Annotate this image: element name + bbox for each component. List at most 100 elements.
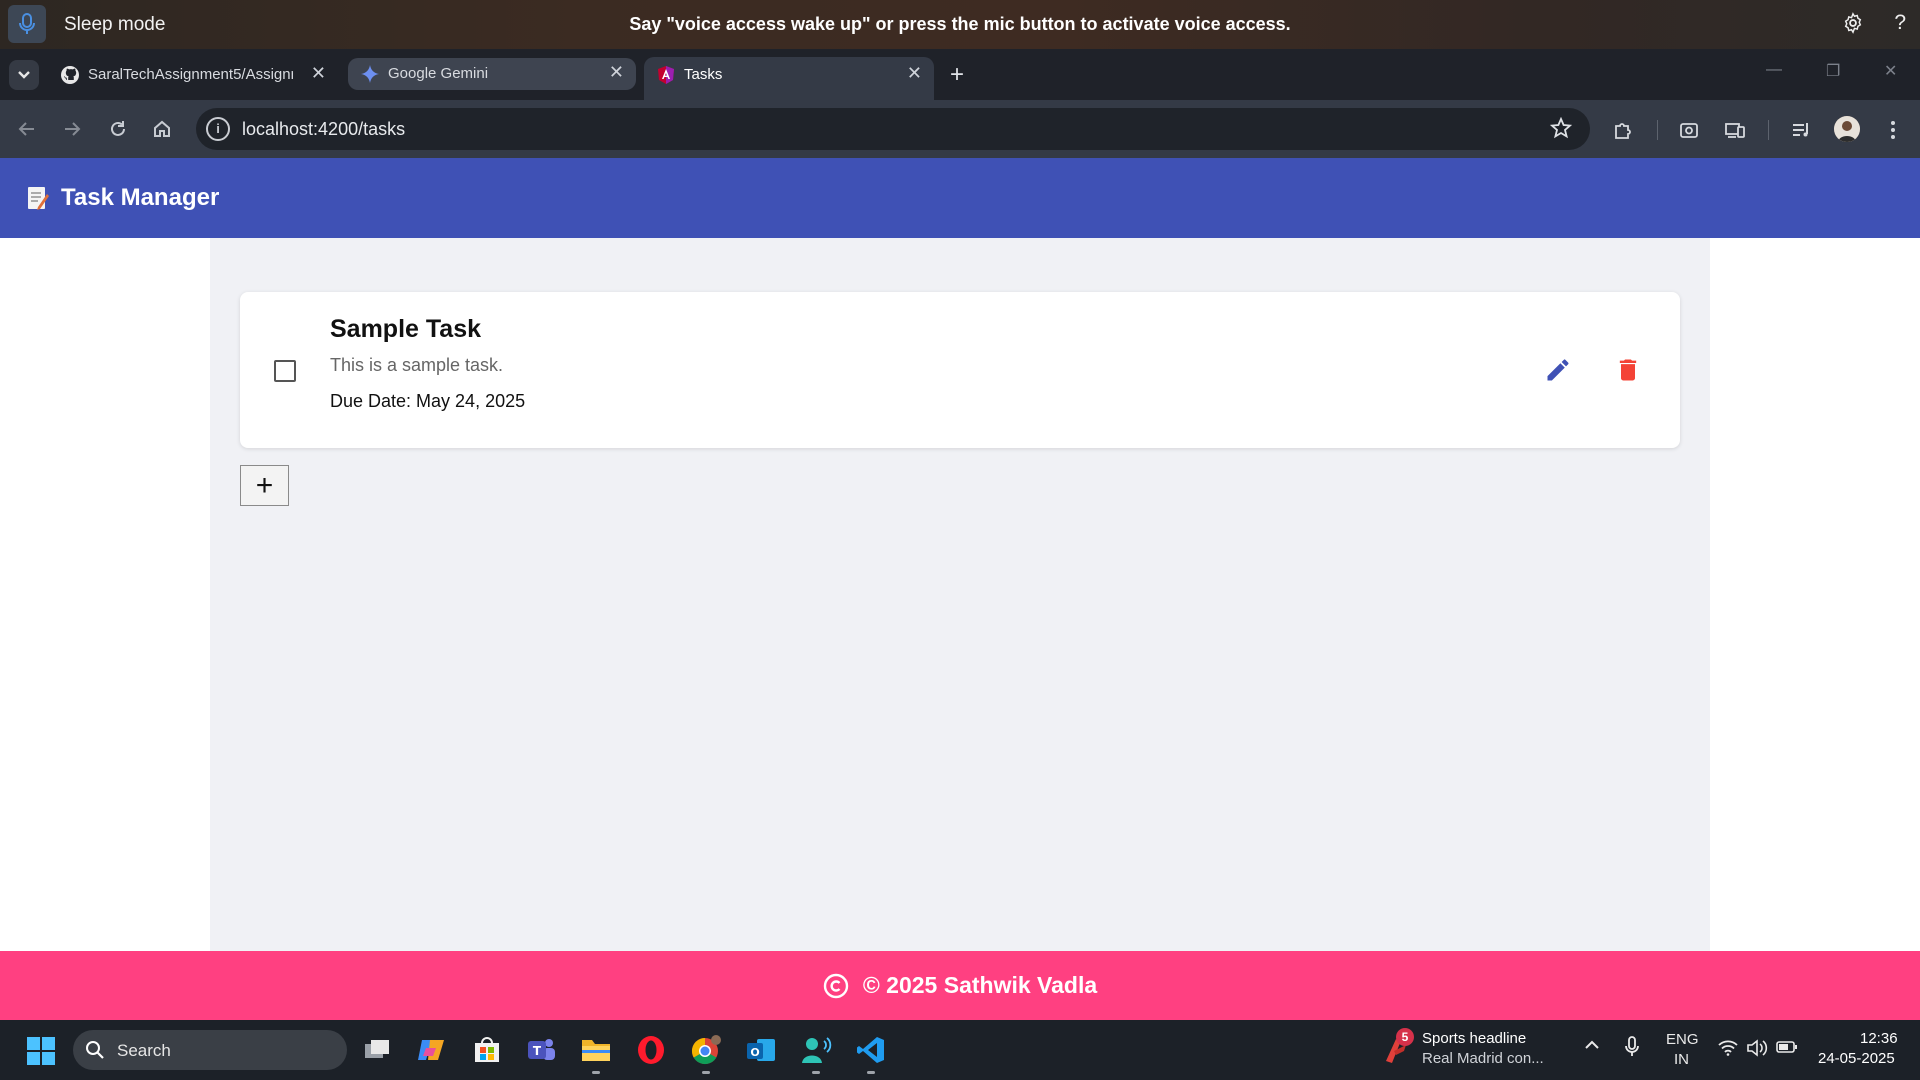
task-view-icon[interactable] — [360, 1033, 394, 1067]
taskbar-search[interactable]: Search — [73, 1030, 347, 1070]
trash-icon — [1619, 359, 1637, 381]
cast-button[interactable] — [1722, 117, 1748, 143]
chrome-icon[interactable] — [689, 1033, 723, 1067]
app-title: Task Manager — [61, 184, 220, 211]
new-tab-button[interactable]: + — [950, 61, 964, 89]
reload-button[interactable] — [106, 117, 130, 141]
news-badge: 5 — [1396, 1028, 1414, 1046]
arrow-right-icon — [65, 122, 81, 136]
copyright-icon — [823, 973, 849, 998]
url-text[interactable]: localhost:4200/tasks — [242, 119, 405, 140]
teams-icon[interactable]: T — [524, 1033, 558, 1067]
voice-access-bar: Sleep mode Say "voice access wake up" or… — [0, 0, 1920, 49]
add-task-button[interactable]: + — [240, 465, 289, 506]
back-button[interactable] — [15, 117, 39, 141]
edit-task-button[interactable] — [1544, 356, 1572, 384]
extensions-button[interactable] — [1610, 117, 1636, 143]
voice-access-message: Say "voice access wake up" or press the … — [629, 14, 1291, 34]
app-footer: © 2025 Sathwik Vadla — [0, 951, 1920, 1020]
task-title: Sample Task — [330, 315, 482, 343]
tab-tasks[interactable]: Tasks ✕ — [644, 57, 934, 100]
home-button[interactable] — [150, 117, 174, 141]
close-icon[interactable]: ✕ — [609, 62, 624, 83]
clock-time[interactable]: 12:36 — [1860, 1030, 1898, 1047]
voice-help-button[interactable]: ? — [1894, 11, 1906, 35]
voice-settings-button[interactable] — [1842, 12, 1864, 39]
media-control-button[interactable] — [1788, 117, 1814, 143]
tab-github[interactable]: SaralTechAssignment5/Assignm ✕ — [48, 57, 338, 92]
footer-copyright: © 2025 Sathwik Vadla — [862, 972, 1098, 998]
address-bar[interactable]: i localhost:4200/tasks — [196, 108, 1590, 150]
tray-microphone-icon[interactable] — [1624, 1036, 1640, 1062]
bookmark-star-icon[interactable] — [1549, 116, 1573, 144]
news-subtitle[interactable]: Real Madrid con... — [1422, 1050, 1544, 1067]
volume-icon[interactable] — [1746, 1039, 1768, 1061]
language-line1[interactable]: ENG — [1666, 1031, 1699, 1048]
task-description: This is a sample task. — [330, 355, 504, 375]
outlook-icon[interactable]: O — [744, 1033, 778, 1067]
task-complete-checkbox[interactable] — [274, 360, 296, 382]
close-window-button[interactable]: ✕ — [1884, 61, 1897, 81]
toolbar-divider — [1657, 120, 1658, 140]
devices-icon — [1725, 123, 1745, 138]
pencil-icon — [1547, 359, 1569, 381]
windows-taskbar: Search T O 5 Sports headline Real Madrid… — [0, 1020, 1920, 1080]
running-indicator — [592, 1071, 600, 1074]
voice-access-app-icon[interactable] — [799, 1033, 833, 1067]
memo-icon — [28, 187, 49, 210]
close-icon[interactable]: ✕ — [907, 63, 922, 84]
screenshot-button[interactable] — [1676, 117, 1702, 143]
site-info-icon[interactable]: i — [206, 117, 230, 141]
gear-icon — [1844, 12, 1862, 34]
tab-title: SaralTechAssignment5/Assignm — [88, 66, 293, 83]
tab-title: Tasks — [684, 66, 723, 83]
reload-icon — [111, 121, 125, 136]
clock-date[interactable]: 24-05-2025 — [1818, 1050, 1895, 1067]
search-label: Search — [117, 1041, 171, 1060]
minimize-button[interactable]: — — [1766, 61, 1782, 79]
restore-button[interactable]: ❐ — [1826, 61, 1840, 81]
language-line2[interactable]: IN — [1674, 1051, 1689, 1068]
tab-search-button[interactable] — [9, 60, 39, 90]
running-indicator — [867, 1071, 875, 1074]
puzzle-icon — [1615, 123, 1631, 139]
chevron-up-icon — [1585, 1040, 1599, 1049]
more-vertical-icon — [1891, 121, 1895, 139]
profile-avatar[interactable] — [1834, 116, 1860, 142]
task-card: Sample Task This is a sample task. Due D… — [240, 292, 1680, 448]
show-hidden-icons-button[interactable] — [1584, 1038, 1600, 1055]
chevron-down-icon — [18, 71, 30, 79]
svg-text:T: T — [533, 1044, 542, 1058]
task-due-date: Due Date: May 24, 2025 — [330, 391, 526, 411]
svg-text:O: O — [750, 1046, 759, 1059]
home-icon — [154, 120, 170, 137]
angular-icon — [658, 66, 674, 84]
camera-icon — [1680, 123, 1698, 138]
microsoft-store-icon[interactable] — [470, 1033, 504, 1067]
search-icon — [86, 1041, 104, 1059]
github-icon — [61, 66, 79, 84]
gemini-icon — [361, 65, 379, 83]
playlist-icon — [1793, 123, 1808, 137]
vscode-icon[interactable] — [854, 1033, 888, 1067]
browser-tabstrip: SaralTechAssignment5/Assignm ✕ Google Ge… — [0, 49, 1920, 100]
app-toolbar: Task Manager — [0, 158, 1920, 238]
arrow-left-icon — [18, 122, 34, 136]
running-indicator — [812, 1071, 820, 1074]
battery-icon[interactable] — [1776, 1040, 1798, 1058]
toolbar-divider — [1768, 120, 1769, 140]
file-explorer-icon[interactable] — [579, 1033, 613, 1067]
close-icon[interactable]: ✕ — [311, 63, 326, 84]
windows-start-icon[interactable] — [26, 1036, 56, 1066]
tab-google-gemini[interactable]: Google Gemini ✕ — [348, 58, 636, 90]
running-indicator — [702, 1071, 710, 1074]
wifi-icon[interactable] — [1718, 1040, 1738, 1060]
delete-task-button[interactable] — [1614, 356, 1642, 384]
forward-button[interactable] — [60, 117, 84, 141]
chrome-menu-button[interactable] — [1880, 117, 1906, 143]
opera-icon[interactable] — [634, 1033, 668, 1067]
news-headline[interactable]: Sports headline — [1422, 1030, 1526, 1047]
tab-title: Google Gemini — [388, 65, 489, 82]
avatar-icon — [1834, 116, 1860, 142]
copilot-icon[interactable] — [414, 1033, 448, 1067]
